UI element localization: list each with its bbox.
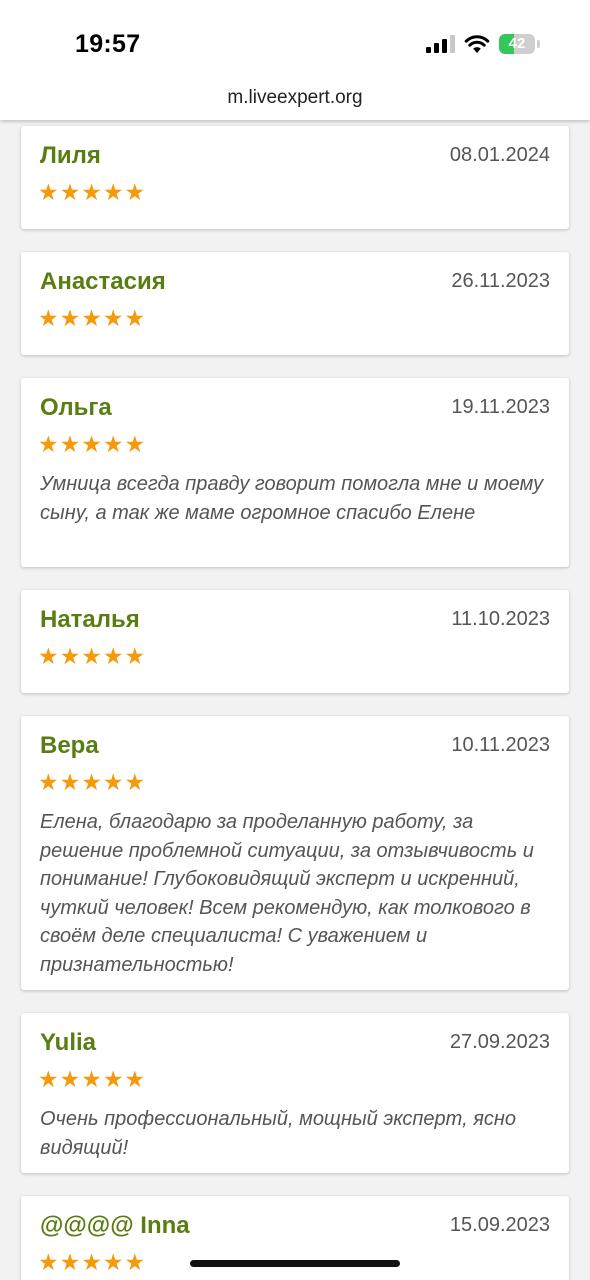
status-time: 19:57 (75, 30, 141, 58)
review-card: Ольга 19.11.2023 ★★★★★ Умница всегда пра… (21, 378, 569, 567)
review-text: Елена, благодарю за проделанную работу, … (40, 811, 534, 976)
review-date: 10.11.2023 (451, 734, 550, 756)
review-date: 26.11.2023 (451, 270, 550, 292)
star-rating: ★★★★★ (38, 305, 147, 331)
star-rating: ★★★★★ (38, 431, 147, 457)
reviewer-name: Лиля (40, 142, 101, 169)
review-text: Умница всегда правду говорит помогла мне… (40, 473, 544, 524)
star-rating: ★★★★★ (38, 179, 147, 205)
cellular-signal-icon (426, 35, 455, 53)
review-date: 11.10.2023 (451, 608, 550, 630)
wifi-icon (464, 35, 490, 53)
review-date: 19.11.2023 (451, 396, 550, 418)
reviewer-name: @@@@ Inna (40, 1212, 190, 1239)
star-rating: ★★★★★ (38, 643, 147, 669)
star-rating: ★★★★★ (38, 1249, 147, 1275)
review-text: Очень профессиональный, мощный эксперт, … (40, 1108, 517, 1159)
status-icons: 42 (426, 33, 540, 55)
review-date: 08.01.2024 (449, 144, 550, 166)
review-card: Анастасия 26.11.2023 ★★★★★ (21, 252, 569, 355)
review-card: Лиля 08.01.2024 ★★★★★ (21, 126, 569, 229)
star-rating: ★★★★★ (38, 1066, 147, 1092)
battery-level: 42 (508, 35, 526, 52)
reviewer-name: Вера (40, 732, 99, 759)
review-card: Yulia 27.09.2023 ★★★★★ Очень профессиона… (21, 1013, 569, 1173)
review-card: Наталья 11.10.2023 ★★★★★ (21, 590, 569, 693)
review-date: 15.09.2023 (449, 1214, 550, 1236)
reviewer-name: Yulia (40, 1029, 97, 1056)
battery-icon: 42 (499, 34, 535, 54)
address-bar-url[interactable]: m.liveexpert.org (0, 87, 590, 109)
browser-top-bar: 19:57 42 m.liveexpert.org (0, 0, 590, 120)
reviewer-name: Ольга (40, 394, 112, 421)
star-rating: ★★★★★ (38, 769, 147, 795)
reviewer-name: Анастасия (40, 268, 166, 295)
review-card: Вера 10.11.2023 ★★★★★ Елена, благодарю з… (21, 716, 569, 990)
review-card: @@@@ Inna 15.09.2023 ★★★★★ (21, 1196, 569, 1280)
home-indicator[interactable] (190, 1260, 400, 1267)
review-date: 27.09.2023 (449, 1031, 550, 1053)
reviewer-name: Наталья (40, 606, 140, 633)
screen: Лиля 08.01.2024 ★★★★★ Анастасия 26.11.20… (0, 0, 590, 1280)
